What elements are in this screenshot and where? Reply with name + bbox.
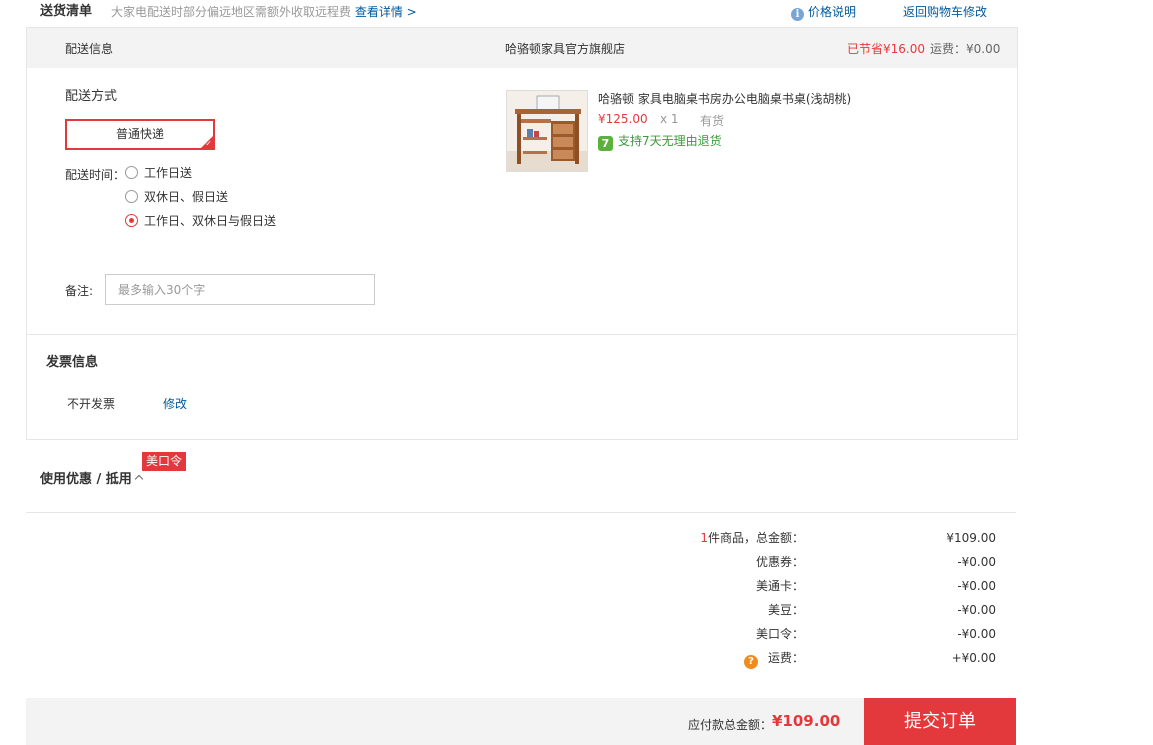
summary-row-total: 1件商品，总金额： ¥109.00 <box>604 528 996 548</box>
order-box: 配送信息 哈骆顿家具官方旗舰店 已节省¥16.00 运费：¥0.00 配送方式 … <box>26 27 1018 440</box>
summary-label: 美豆： <box>767 603 804 617</box>
summary-label: 美口令： <box>755 627 804 641</box>
checkout-bar: 应付款总金额： ¥109.00 提交订单 <box>26 698 1016 745</box>
summary-total-value: ¥109.00 <box>946 531 996 545</box>
price-explain-label: 价格说明 <box>808 5 857 19</box>
radio-icon[interactable] <box>125 166 138 179</box>
info-icon: i <box>791 8 804 21</box>
invoice-value: 不开发票 <box>67 397 116 411</box>
product-quantity: x 1 <box>660 112 679 126</box>
delivery-list-title: 送货清单 <box>40 4 93 19</box>
summary-value: -¥0.00 <box>957 603 996 617</box>
product-image[interactable] <box>506 90 588 172</box>
seven-day-icon: 7 <box>598 136 613 151</box>
summary-label: 美通卡： <box>755 579 804 593</box>
delivery-time-label: 配送时间： <box>65 168 126 182</box>
summary-value: -¥0.00 <box>957 555 996 569</box>
payable-total-value: ¥109.00 <box>772 712 841 730</box>
note-input[interactable] <box>105 274 375 305</box>
shipping-fee-label: 运费： <box>767 651 804 665</box>
delivery-time-option-all[interactable]: 工作日、双休日与假日送 <box>125 212 276 230</box>
summary-value: -¥0.00 <box>957 627 996 641</box>
section-divider <box>26 512 1016 513</box>
delivery-time-option-workday[interactable]: 工作日送 <box>125 164 192 182</box>
shipping-fee: 运费：¥0.00 <box>930 42 1001 56</box>
delivery-time-option-label: 工作日送 <box>144 166 193 180</box>
delivery-time-option-weekend[interactable]: 双休日、假日送 <box>125 188 228 206</box>
product-name[interactable]: 哈骆顿 家具电脑桌书房办公电脑桌书桌(浅胡桃) <box>598 90 851 107</box>
order-box-header: 配送信息 哈骆顿家具官方旗舰店 已节省¥16.00 运费：¥0.00 <box>27 28 1017 68</box>
shipping-method-express-button[interactable]: 普通快递 ✓ <box>65 119 215 150</box>
summary-total-label: 1件商品，总金额： <box>700 528 804 548</box>
saved-amount: 已节省¥16.00 <box>847 42 925 56</box>
summary-value: -¥0.00 <box>957 579 996 593</box>
summary-value: +¥0.00 <box>951 651 996 665</box>
coupon-toggle[interactable]: 使用优惠 / 抵用 <box>40 468 144 487</box>
note-label: 备注: <box>65 284 94 298</box>
invoice-heading: 发票信息 <box>46 355 99 370</box>
store-name[interactable]: 哈骆顿家具官方旗舰店 <box>505 40 625 57</box>
product-stock: 有货 <box>700 114 725 128</box>
product-price: ¥125.00 <box>598 112 648 126</box>
summary-row-shipping: ? 运费： +¥0.00 <box>604 648 996 669</box>
submit-order-button[interactable]: 提交订单 <box>864 698 1016 745</box>
price-explain-link[interactable]: i 价格说明 <box>791 0 856 24</box>
question-icon[interactable]: ? <box>743 655 758 669</box>
item-count-suffix: 件商品，总金额： <box>707 531 804 545</box>
summary-label: ? 运费： <box>743 648 804 669</box>
summary-row-meidou: 美豆： -¥0.00 <box>604 600 996 620</box>
shipping-method-express-label: 普通快递 <box>115 127 164 141</box>
remote-fee-text: 大家电配送时部分偏远地区需额外收取远程费 <box>111 5 352 19</box>
payable-total-label: 应付款总金额： <box>688 718 773 732</box>
seven-day-return-badge: 7 支持7天无理由退货 <box>598 132 722 151</box>
delivery-time-option-label: 双休日、假日送 <box>144 190 229 204</box>
remote-fee-notice: 大家电配送时部分偏远地区需额外收取远程费 查看详情 > <box>111 0 417 24</box>
summary-row-coupon: 优惠券： -¥0.00 <box>604 552 996 572</box>
shipping-info-heading: 配送信息 <box>65 42 114 56</box>
chevron-up-icon <box>134 474 144 484</box>
summary-label: 优惠券： <box>755 555 804 569</box>
invoice-edit-link[interactable]: 修改 <box>163 395 187 412</box>
back-to-cart-link[interactable]: 返回购物车修改 <box>903 0 987 24</box>
summary-row-meikouling: 美口令： -¥0.00 <box>604 624 996 644</box>
radio-checked-icon[interactable] <box>125 214 138 227</box>
delivery-time-option-label: 工作日、双休日与假日送 <box>144 214 277 228</box>
seven-day-return-text: 支持7天无理由退货 <box>618 134 722 148</box>
view-details-link[interactable]: 查看详情 > <box>355 5 417 19</box>
section-divider <box>27 334 1017 335</box>
item-count: 1 <box>700 531 708 545</box>
coupon-heading: 使用优惠 / 抵用 <box>40 472 132 487</box>
check-icon: ✓ <box>205 139 212 148</box>
meikouling-tag: 美口令 <box>142 452 186 471</box>
shipping-method-label: 配送方式 <box>65 89 118 104</box>
summary-row-meitong-card: 美通卡： -¥0.00 <box>604 576 996 596</box>
desk-icon <box>507 91 587 171</box>
radio-icon[interactable] <box>125 190 138 203</box>
top-bar: 送货清单 大家电配送时部分偏远地区需额外收取远程费 查看详情 > i 价格说明 返… <box>40 0 1016 24</box>
